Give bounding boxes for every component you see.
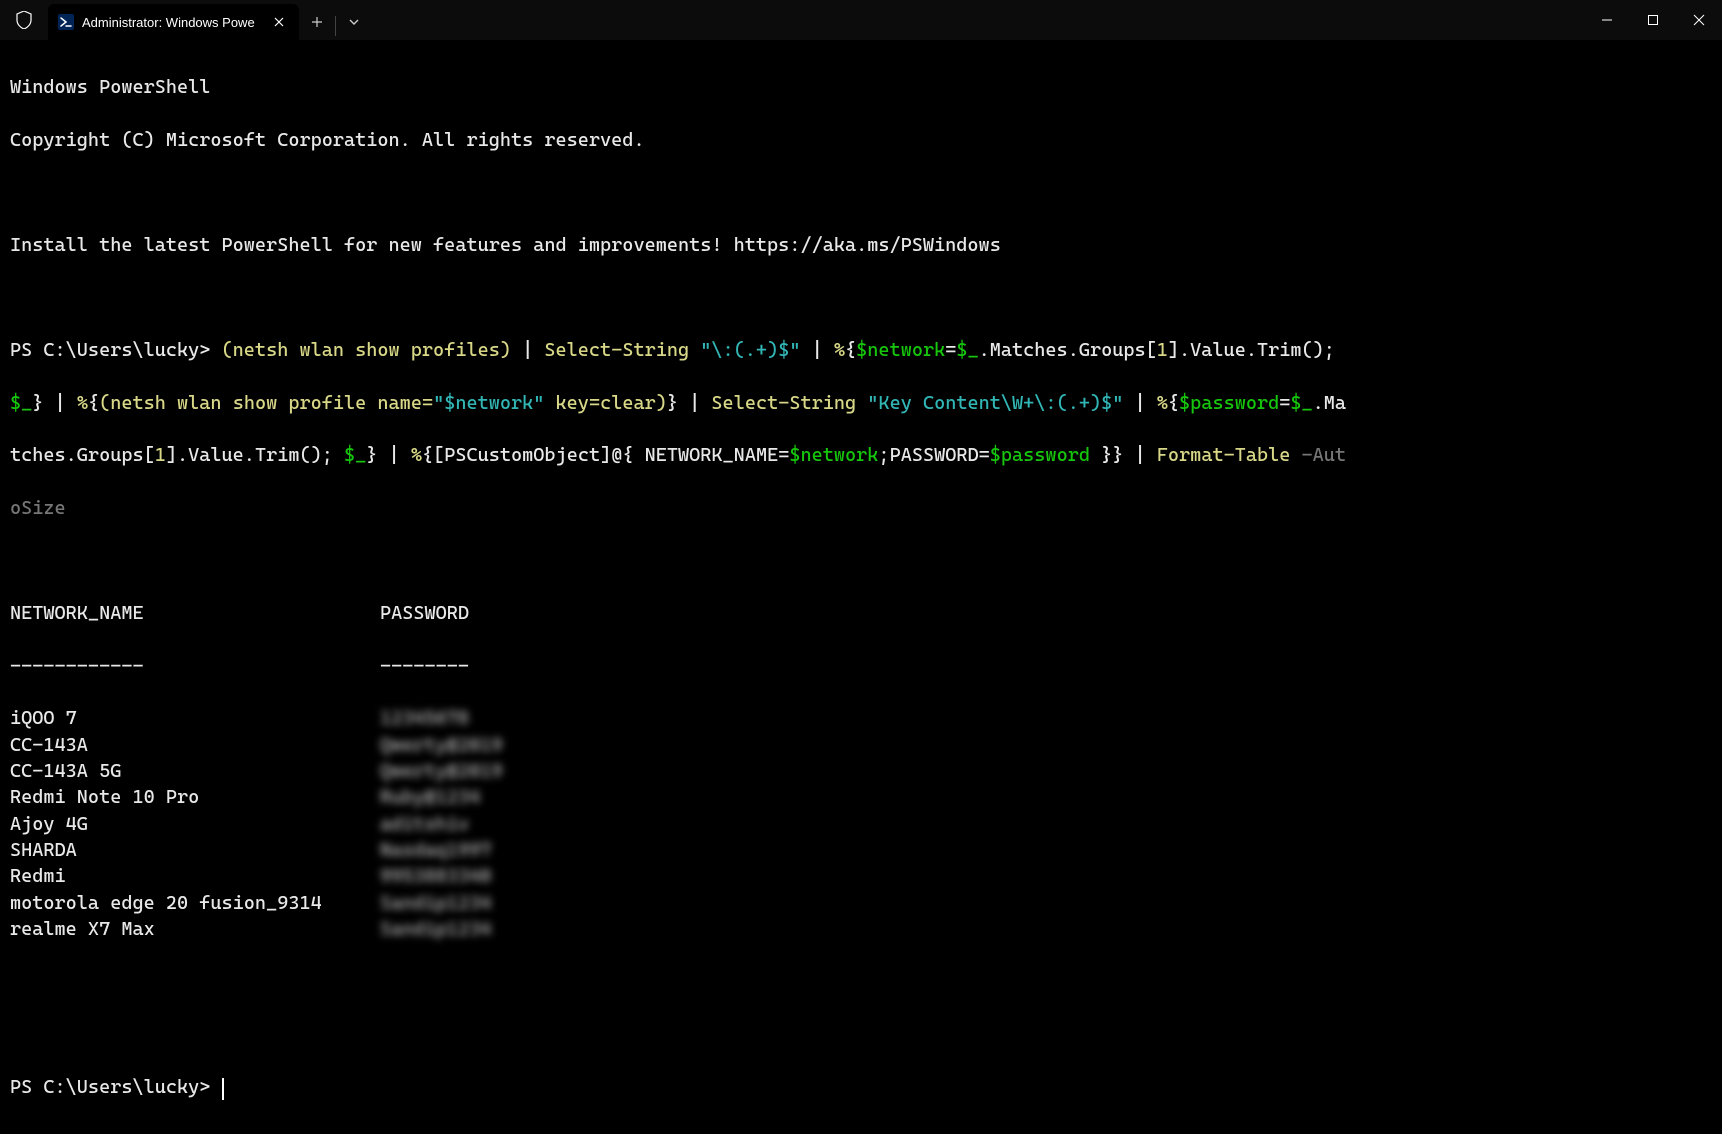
cell-password: Sandip1234 bbox=[380, 890, 491, 916]
cell-password: 12345678 bbox=[380, 705, 469, 731]
banner-line: Copyright (C) Microsoft Corporation. All… bbox=[10, 127, 1712, 153]
cell-network-name: iQOO 7 bbox=[10, 705, 380, 731]
blank-line bbox=[10, 179, 1712, 205]
blank-line bbox=[10, 968, 1712, 994]
cell-password: 9953883340 bbox=[380, 863, 491, 889]
table-row: iQOO 712345678 bbox=[10, 705, 1712, 731]
shield-icon bbox=[0, 0, 48, 40]
command-line-4: oSize bbox=[10, 495, 1712, 521]
tab-dropdown-button[interactable] bbox=[336, 4, 372, 40]
prompt-text: PS C:\Users\lucky> bbox=[10, 1076, 210, 1098]
table-row: Ajoy 4Gaditshiv bbox=[10, 811, 1712, 837]
blank-line bbox=[10, 548, 1712, 574]
tab-title: Administrator: Windows Powe bbox=[82, 15, 255, 30]
cell-password: aditshiv bbox=[380, 811, 469, 837]
column-header-password: PASSWORD bbox=[380, 600, 469, 626]
maximize-button[interactable] bbox=[1630, 0, 1676, 40]
blank-line bbox=[10, 285, 1712, 311]
close-window-button[interactable] bbox=[1676, 0, 1722, 40]
cell-network-name: CC-143A 5G bbox=[10, 758, 380, 784]
column-header-network: NETWORK_NAME bbox=[10, 600, 380, 626]
table-row: motorola edge 20 fusion_9314Sandip1234 bbox=[10, 890, 1712, 916]
prompt-line: PS C:\Users\lucky> bbox=[10, 1074, 1712, 1100]
blank-line bbox=[10, 1021, 1712, 1047]
new-tab-button[interactable] bbox=[299, 4, 335, 40]
cell-network-name: motorola edge 20 fusion_9314 bbox=[10, 890, 380, 916]
cell-password: Qwerty@2019 bbox=[380, 758, 502, 784]
cell-network-name: Redmi Note 10 Pro bbox=[10, 784, 380, 810]
powershell-icon bbox=[58, 14, 74, 30]
table-body: iQOO 712345678CC-143AQwerty@2019CC-143A … bbox=[10, 705, 1712, 942]
cell-password: Nasdaq1997 bbox=[380, 837, 491, 863]
tab-close-button[interactable] bbox=[271, 14, 287, 30]
terminal-output[interactable]: Windows PowerShell Copyright (C) Microso… bbox=[0, 40, 1722, 1134]
table-row: Redmi Note 10 ProRuby@1234 bbox=[10, 784, 1712, 810]
table-row: CC-143AQwerty@2019 bbox=[10, 732, 1712, 758]
banner-line: Install the latest PowerShell for new fe… bbox=[10, 232, 1712, 258]
minimize-button[interactable] bbox=[1584, 0, 1630, 40]
window-controls bbox=[1584, 0, 1722, 40]
cell-network-name: Ajoy 4G bbox=[10, 811, 380, 837]
tab-active[interactable]: Administrator: Windows Powe bbox=[48, 4, 299, 40]
table-row: Redmi9953883340 bbox=[10, 863, 1712, 889]
table-row: SHARDANasdaq1997 bbox=[10, 837, 1712, 863]
title-bar: Administrator: Windows Powe bbox=[0, 0, 1722, 40]
cell-password: Sandip1234 bbox=[380, 916, 491, 942]
banner-line: Windows PowerShell bbox=[10, 74, 1712, 100]
command-line-2: $_} | %{(netsh wlan show profile name="$… bbox=[10, 390, 1712, 416]
table-row: CC-143A 5GQwerty@2019 bbox=[10, 758, 1712, 784]
cell-password: Ruby@1234 bbox=[380, 784, 480, 810]
cursor bbox=[222, 1078, 224, 1100]
cell-network-name: SHARDA bbox=[10, 837, 380, 863]
cell-network-name: Redmi bbox=[10, 863, 380, 889]
table-row: realme X7 MaxSandip1234 bbox=[10, 916, 1712, 942]
table-header: NETWORK_NAMEPASSWORD bbox=[10, 600, 1712, 626]
prompt-text: PS C:\Users\lucky> bbox=[10, 339, 210, 361]
cell-password: Qwerty@2019 bbox=[380, 732, 502, 758]
command-line-1: PS C:\Users\lucky> (netsh wlan show prof… bbox=[10, 337, 1712, 363]
cell-network-name: CC-143A bbox=[10, 732, 380, 758]
cell-network-name: realme X7 Max bbox=[10, 916, 380, 942]
command-line-3: tches.Groups[1].Value.Trim(); $_} | %{[P… bbox=[10, 442, 1712, 468]
table-separator: -------------------- bbox=[10, 653, 1712, 679]
